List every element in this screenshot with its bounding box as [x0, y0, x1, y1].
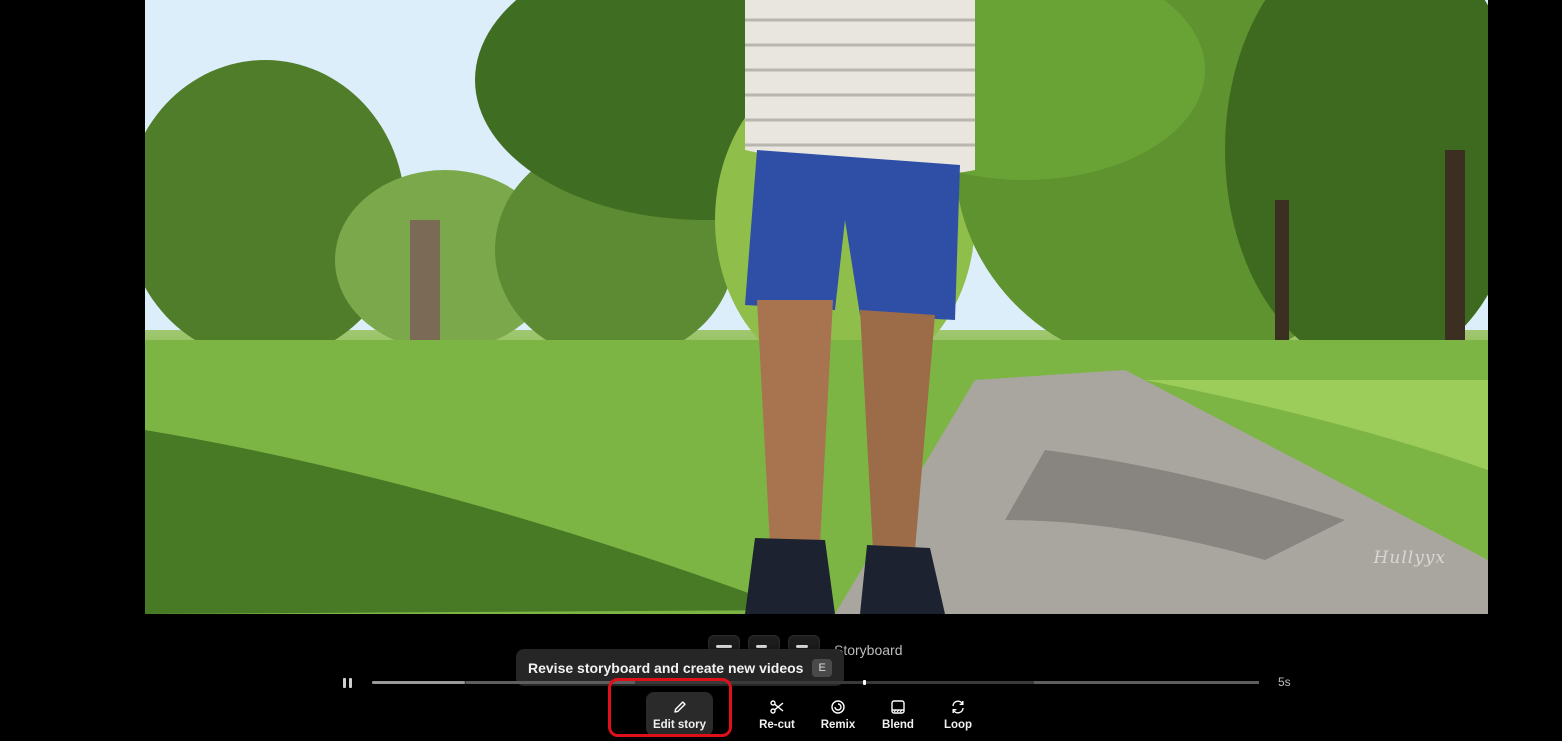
pause-button[interactable] — [340, 676, 354, 690]
remix-button[interactable]: Remix — [809, 692, 867, 736]
re-cut-label: Re-cut — [759, 719, 795, 731]
loop-icon — [949, 698, 967, 716]
timeline-segment — [466, 681, 635, 684]
blend-label: Blend — [882, 719, 914, 731]
timeline-segment — [1033, 681, 1259, 684]
scissors-icon — [768, 698, 786, 716]
pause-icon-bar — [348, 678, 352, 688]
video-duration: 5s — [1278, 675, 1291, 689]
edit-story-label: Edit story — [652, 719, 707, 731]
pause-icon-bar — [342, 678, 346, 688]
loop-label: Loop — [943, 719, 973, 731]
remix-icon — [829, 698, 847, 716]
timeline-progress — [372, 681, 466, 684]
edit-story-button[interactable]: Edit story — [646, 692, 713, 736]
re-cut-button[interactable]: Re-cut — [748, 692, 806, 736]
blend-icon — [889, 698, 907, 716]
storyboard-label[interactable]: Storyboard — [834, 642, 902, 658]
remix-label: Remix — [820, 719, 856, 731]
video-action-toolbar: Edit story Re-cut Remix Blend Loop — [646, 692, 987, 736]
video-player[interactable]: Hullyyx — [145, 0, 1488, 614]
loop-button[interactable]: Loop — [929, 692, 987, 736]
timeline-playhead[interactable] — [863, 680, 867, 685]
shortcut-key-badge: E — [812, 658, 832, 677]
timeline-scrubber[interactable] — [372, 680, 1259, 685]
video-frame-scene — [145, 0, 1488, 614]
video-watermark: Hullyyx — [1373, 548, 1446, 568]
tooltip-text: Revise storyboard and create new videos — [528, 659, 804, 676]
pencil-icon — [671, 698, 689, 716]
blend-button[interactable]: Blend — [869, 692, 927, 736]
